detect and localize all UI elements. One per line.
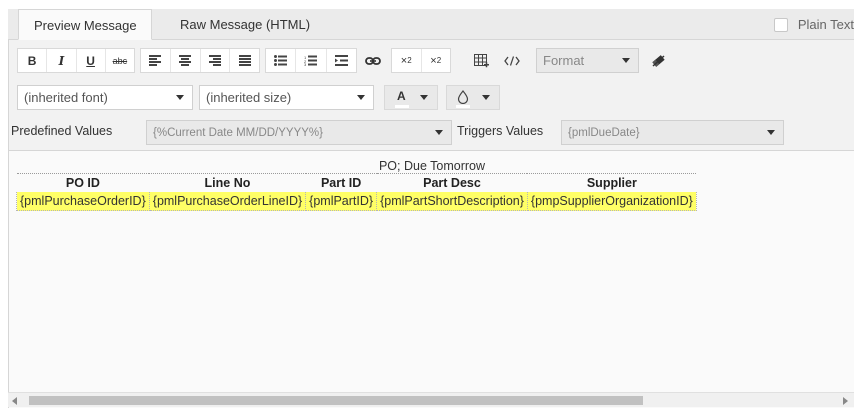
- bold-button[interactable]: B: [18, 49, 48, 72]
- table-caption: PO; Due Tomorrow: [378, 159, 486, 173]
- insert-table-icon[interactable]: [469, 48, 493, 73]
- editor-toolbar: B I U abc 123 × 2 × 2 Format (inherited …: [9, 40, 854, 151]
- triggers-values-label: Triggers Values: [457, 124, 544, 138]
- chevron-down-icon: [622, 58, 630, 63]
- superscript-icon[interactable]: × 2: [422, 49, 451, 72]
- chevron-down-icon: [420, 95, 428, 100]
- message-table: PO ID Line No Part ID Part Desc Supplier…: [16, 173, 697, 211]
- text-style-group: B I U abc: [17, 48, 135, 73]
- table-cell[interactable]: {pmlPartID}: [305, 192, 378, 211]
- font-size-select[interactable]: (inherited size): [199, 85, 374, 110]
- subscript-icon[interactable]: × 2: [392, 49, 422, 72]
- color-drop-icon: [457, 90, 469, 104]
- bullet-list-icon[interactable]: [266, 49, 297, 72]
- chevron-down-icon: [767, 130, 775, 135]
- chevron-down-icon: [482, 95, 490, 100]
- link-icon[interactable]: [361, 48, 385, 73]
- script-group: × 2 × 2: [391, 48, 451, 73]
- background-color-swatch: [456, 105, 470, 108]
- chevron-down-icon: [357, 95, 365, 100]
- font-size-select-value: (inherited size): [206, 90, 292, 105]
- horizontal-scrollbar[interactable]: [8, 392, 854, 407]
- italic-button[interactable]: I: [47, 49, 77, 72]
- table-cell[interactable]: {pmlPartShortDescription}: [376, 192, 528, 211]
- column-header-line-no: Line No: [204, 176, 251, 190]
- text-color-button[interactable]: A: [384, 85, 438, 110]
- underline-button[interactable]: U: [77, 49, 106, 72]
- align-right-icon[interactable]: [201, 49, 231, 72]
- scroll-left-icon[interactable]: [12, 397, 17, 405]
- format-select-label: Format: [543, 53, 585, 68]
- tab-raw-message[interactable]: Raw Message (HTML): [172, 9, 318, 40]
- font-family-select[interactable]: (inherited font): [17, 85, 193, 110]
- message-preview-area[interactable]: PO; Due Tomorrow PO ID Line No Part ID P…: [9, 151, 854, 391]
- font-family-select-value: (inherited font): [24, 90, 108, 105]
- scroll-right-icon[interactable]: [843, 397, 848, 405]
- table-cell[interactable]: {pmlPurchaseOrderLineID}: [148, 192, 307, 211]
- background-color-button[interactable]: [446, 85, 500, 110]
- column-header-part-desc: Part Desc: [423, 176, 481, 190]
- triggers-values-select[interactable]: {pmlDueDate}: [561, 120, 784, 145]
- plain-text-label: Plain Text: [797, 17, 854, 32]
- svg-text:3: 3: [304, 62, 307, 66]
- predefined-values-value: {%Current Date MM/DD/YYYY%}: [153, 126, 324, 139]
- chevron-down-icon: [435, 130, 443, 135]
- column-header-supplier: Supplier: [586, 176, 637, 190]
- numbered-list-icon[interactable]: 123: [296, 49, 327, 72]
- triggers-values-value: {pmlDueDate}: [568, 126, 640, 139]
- table-header-row: PO ID Line No Part ID Part Desc Supplier: [17, 174, 697, 193]
- message-editor: B I U abc 123 × 2 × 2 Format (inherited …: [8, 40, 854, 408]
- table-cell[interactable]: {pmlPurchaseOrderID}: [16, 192, 150, 211]
- tab-preview-message[interactable]: Preview Message: [18, 9, 152, 40]
- predefined-values-select[interactable]: {%Current Date MM/DD/YYYY%}: [146, 120, 452, 145]
- clear-formatting-icon[interactable]: [645, 48, 671, 73]
- tab-bar: Preview Message Raw Message (HTML) Plain…: [8, 9, 854, 40]
- plain-text-toggle[interactable]: Plain Text: [773, 9, 854, 40]
- list-group: 123: [265, 48, 357, 73]
- strikethrough-button[interactable]: abc: [106, 49, 134, 72]
- table-row: {pmlPurchaseOrderID} {pmlPurchaseOrderLi…: [16, 192, 697, 211]
- text-color-swatch: [395, 105, 409, 108]
- format-select[interactable]: Format: [536, 48, 639, 73]
- plain-text-checkbox[interactable]: [773, 17, 788, 32]
- code-view-icon[interactable]: [499, 48, 525, 73]
- align-justify-icon[interactable]: [230, 49, 259, 72]
- align-left-icon[interactable]: [141, 49, 171, 72]
- indent-icon[interactable]: [327, 49, 356, 72]
- text-color-letter: A: [397, 89, 406, 103]
- chevron-down-icon: [176, 95, 184, 100]
- align-center-icon[interactable]: [171, 49, 201, 72]
- column-header-po-id: PO ID: [65, 176, 100, 190]
- align-group: [140, 48, 260, 73]
- scrollbar-thumb[interactable]: [29, 396, 643, 405]
- predefined-values-label: Predefined Values: [11, 124, 113, 138]
- table-cell[interactable]: {pmpSupplierOrganizationID}: [526, 192, 697, 211]
- column-header-part-id: Part ID: [320, 176, 362, 190]
